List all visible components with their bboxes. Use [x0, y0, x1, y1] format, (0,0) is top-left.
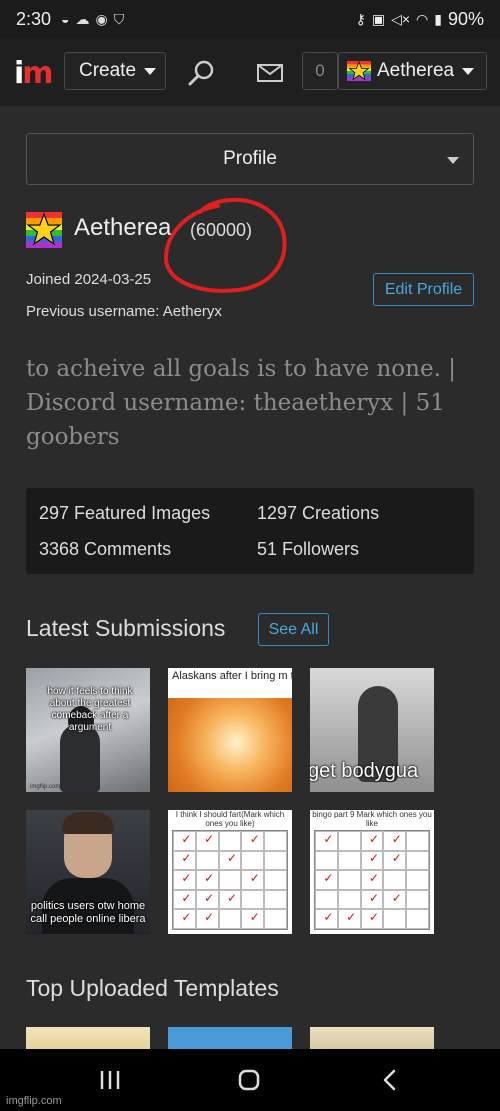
search-icon[interactable] — [186, 58, 216, 88]
edit-profile-button[interactable]: Edit Profile — [373, 273, 474, 306]
red-circle-annotation — [163, 197, 287, 293]
wifi-icon: ◠ — [416, 10, 429, 27]
see-all-button[interactable]: See All — [258, 613, 329, 646]
top-nav: im Create 0 Aetherea — [0, 38, 500, 106]
submission-caption: Alaskans after I bring m to Florida in t… — [168, 668, 292, 698]
battery-level: 90% — [447, 8, 484, 29]
person-body — [60, 724, 100, 792]
chevron-down-icon — [144, 67, 157, 75]
submission-caption: politics users otw home call people onli… — [30, 900, 146, 925]
profile-bio: to acheive all goals is to have none. | … — [26, 356, 456, 450]
user-menu-label: Aetherea — [377, 60, 455, 81]
see-all-label: See All — [268, 620, 319, 638]
profile-username: Aetherea — [74, 214, 172, 241]
latest-submissions-title: Latest Submissions — [26, 615, 226, 641]
chevron-down-icon — [447, 157, 459, 164]
avatar — [26, 212, 62, 248]
submission-thumbnail[interactable]: get bodygua — [310, 668, 434, 792]
stat-comments[interactable]: 3368 Comments — [39, 539, 171, 560]
signal-icon: ▮ — [434, 10, 442, 27]
profile-select-value: Profile — [223, 148, 277, 169]
status-right: ⚷ ▣ ◁× ◠ ▮ 90% — [356, 9, 484, 30]
joined-date: Joined 2024-03-25 — [26, 271, 152, 288]
stat-followers[interactable]: 51 Followers — [257, 539, 359, 560]
submission-thumbnail[interactable]: how it feels to think about the greatest… — [26, 668, 150, 792]
submission-thumbnail[interactable]: I think I should fart(Mark which ones yo… — [168, 810, 292, 934]
back-icon[interactable] — [380, 1069, 400, 1091]
person-hair — [62, 812, 114, 834]
imgflip-logo[interactable]: im — [14, 56, 54, 91]
notifications-button[interactable]: 0 — [302, 52, 338, 90]
thumbnail-watermark: imgflip.com — [30, 784, 61, 790]
chevron-down-icon — [462, 67, 475, 75]
mute-icon: ◁× — [391, 10, 411, 27]
edit-profile-label: Edit Profile — [384, 280, 463, 298]
submission-caption: I think I should fart(Mark which ones yo… — [175, 810, 285, 828]
mail-icon[interactable] — [257, 64, 283, 82]
status-bar: 2:30 ◒ ☁ ◉ ⛉ ⚷ ▣ ◁× ◠ ▮ 90% — [0, 0, 500, 38]
create-button[interactable]: Create — [64, 52, 166, 90]
submission-caption: how it feels to think about the greatest… — [47, 686, 133, 733]
submission-thumbnail[interactable]: Alaskans after I bring m to Florida in t… — [168, 668, 292, 792]
create-label: Create — [79, 60, 137, 81]
notifications-count: 0 — [315, 61, 325, 80]
submission-caption: get bodygua — [310, 760, 419, 782]
submission-thumbnail[interactable]: politics users otw home call people onli… — [26, 810, 150, 934]
user-menu-button[interactable]: Aetherea — [338, 52, 487, 90]
rainbow-star-avatar-icon — [347, 61, 371, 81]
profile-section-select[interactable]: Profile — [26, 133, 474, 185]
shield-icon: ⛉ — [113, 10, 125, 27]
stat-featured-images[interactable]: 297 Featured Images — [39, 503, 210, 524]
system-navigation-bar — [0, 1049, 500, 1111]
previous-username: Previous username: Aetheryx — [26, 303, 222, 320]
logo-m: m — [22, 56, 53, 91]
cloud-icon: ☁ — [75, 10, 90, 27]
recent-apps-icon[interactable] — [98, 1069, 122, 1091]
lock-icon: ▣ — [371, 10, 386, 27]
submission-caption: bingo part 9 Mark which ones you like — [312, 810, 432, 828]
app-notification-icon: ◒ — [61, 10, 70, 27]
home-icon[interactable] — [237, 1069, 261, 1091]
stat-creations[interactable]: 1297 Creations — [257, 503, 379, 524]
bingo-grid — [172, 830, 288, 930]
key-icon: ⚷ — [355, 10, 366, 27]
game-controller-icon: ◉ — [95, 10, 108, 27]
status-time: 2:30 — [16, 8, 52, 29]
profile-stats: 297 Featured Images 1297 Creations 3368 … — [26, 488, 474, 574]
status-notification-icons: ◒ ☁ ◉ ⛉ — [61, 11, 124, 28]
imgflip-watermark: imgflip.com — [6, 1095, 62, 1107]
top-uploaded-templates-title: Top Uploaded Templates — [26, 975, 279, 1001]
bingo-grid — [314, 830, 430, 930]
submission-thumbnail[interactable]: bingo part 9 Mark which ones you like — [310, 810, 434, 934]
